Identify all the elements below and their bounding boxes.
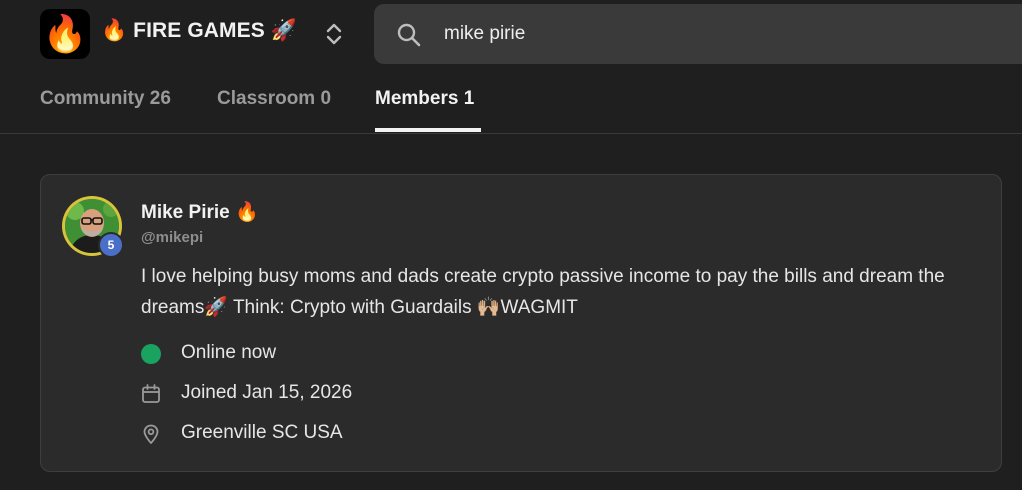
location-pin-icon — [143, 424, 159, 444]
online-status-text: Online now — [181, 342, 277, 363]
member-bio: I love helping busy moms and dads create… — [141, 266, 945, 318]
tab-members[interactable]: Members 1 — [375, 88, 474, 110]
member-name[interactable]: Mike Pirie 🔥 — [141, 200, 259, 224]
location-text: Greenville SC USA — [181, 422, 343, 443]
member-handle: @mikepi — [141, 229, 204, 246]
level-badge: 5 — [98, 232, 124, 258]
group-logo[interactable]: 🔥 — [40, 9, 90, 59]
tab-community[interactable]: Community 26 — [40, 88, 171, 110]
group-name[interactable]: 🔥 FIRE GAMES 🚀 — [101, 19, 297, 43]
search-bar[interactable] — [374, 4, 1022, 64]
active-tab-indicator — [375, 128, 481, 132]
tab-classroom[interactable]: Classroom 0 — [217, 88, 331, 110]
search-input[interactable] — [444, 18, 1004, 50]
location-row: Greenville SC USA — [141, 422, 541, 446]
calendar-icon — [142, 384, 160, 403]
top-bar: 🔥 🔥 FIRE GAMES 🚀 — [0, 0, 1022, 66]
joined-date-text: Joined Jan 15, 2026 — [181, 382, 353, 403]
group-switcher-button[interactable] — [322, 21, 346, 47]
joined-row: Joined Jan 15, 2026 — [141, 382, 541, 406]
status-row: Online now — [141, 342, 541, 366]
fire-logo-icon: 🔥 — [42, 13, 88, 54]
search-icon — [397, 23, 421, 47]
tab-bar: Community 26 Classroom 0 Members 1 — [0, 66, 1022, 134]
online-status-icon — [141, 344, 161, 364]
member-card: 5 Mike Pirie 🔥 @mikepi I love helping bu… — [40, 174, 1002, 472]
chevron-up-down-icon — [326, 23, 342, 45]
